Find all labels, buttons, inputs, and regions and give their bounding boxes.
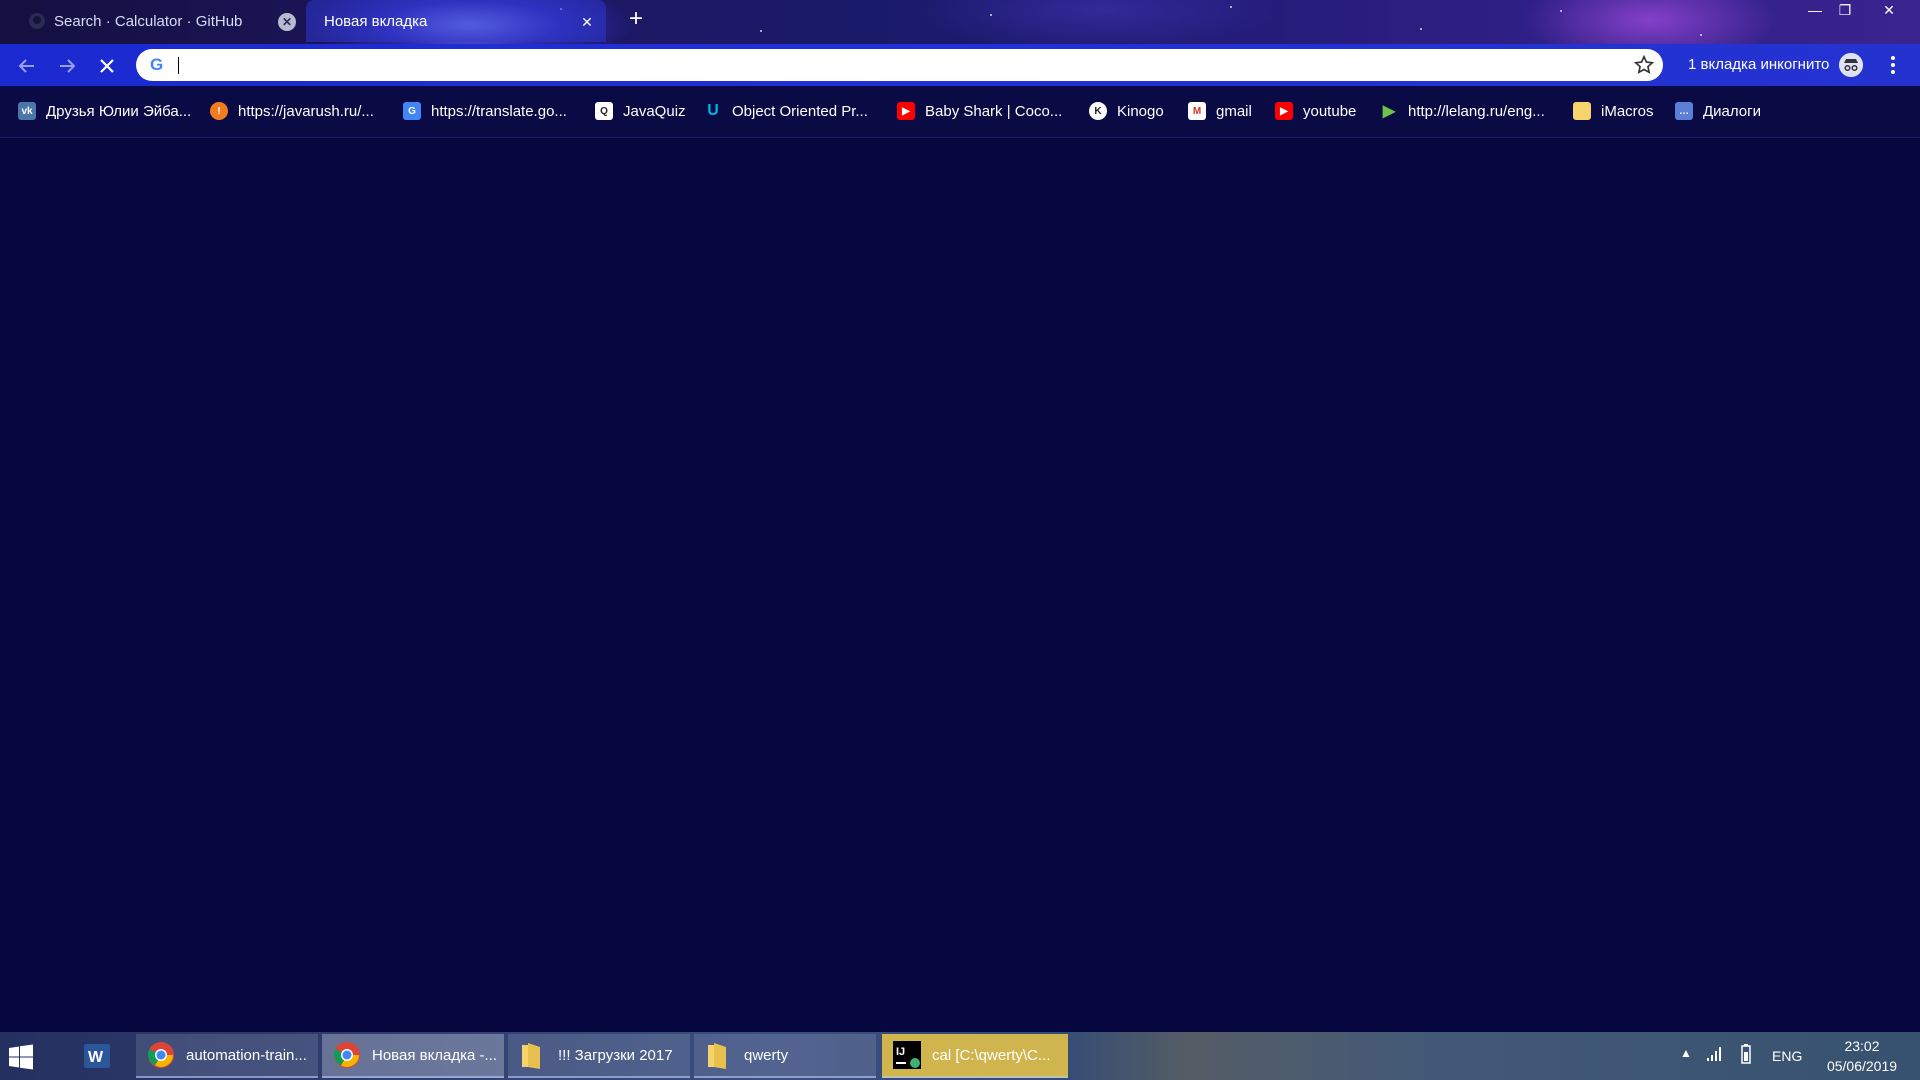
folder-icon <box>708 1043 726 1069</box>
bookmark-folder-imacros[interactable]: iMacros <box>1573 100 1654 122</box>
bookmark-kinogo[interactable]: K Kinogo <box>1089 100 1164 122</box>
windows-taskbar: W automation-train... Новая вкладка -...… <box>0 1032 1920 1080</box>
udacity-icon: U <box>707 102 719 119</box>
minimize-window-button[interactable]: — <box>1800 0 1830 22</box>
bookmarks-bar: vk Друзья Юлии Эйба... ! https://javarus… <box>0 86 1920 138</box>
taskbar-chrome-automation[interactable]: automation-train... <box>136 1034 318 1078</box>
chrome-icon <box>147 1042 174 1068</box>
taskbar-item-label: qwerty <box>744 1046 789 1064</box>
windows-start-icon[interactable] <box>8 1044 34 1070</box>
lelang-icon: ▶ <box>1382 103 1396 120</box>
taskbar-word[interactable]: W <box>72 1034 122 1078</box>
taskbar-chrome-new-tab[interactable]: Новая вкладка -... <box>322 1034 504 1078</box>
close-icon <box>100 59 114 73</box>
tab-close-icon[interactable]: ✕ <box>578 13 596 31</box>
incognito-label[interactable]: 1 вкладка инкогнито <box>1688 56 1829 73</box>
gmail-icon: M <box>1188 102 1206 120</box>
bookmark-javaquiz[interactable]: Q JavaQuiz <box>595 100 686 122</box>
google-icon: G <box>150 55 164 74</box>
bookmark-label: Друзья Юлии Эйба... <box>46 102 192 120</box>
dialogs-icon: … <box>1675 102 1693 120</box>
browser-toolbar: G 1 вкладка инкогнито <box>0 44 1920 86</box>
bookmark-youtube[interactable]: ▶ youtube <box>1275 100 1356 122</box>
bookmark-label: https://translate.go... <box>431 102 567 120</box>
bookmark-label: youtube <box>1303 102 1357 120</box>
bookmark-label: JavaQuiz <box>623 102 686 120</box>
folder-icon <box>522 1043 540 1069</box>
bookmark-baby-shark[interactable]: ▶ Baby Shark | Coco... <box>897 100 1062 122</box>
new-tab-button[interactable]: + <box>624 7 648 32</box>
bookmark-label: Baby Shark | Coco... <box>925 102 1063 120</box>
bookmark-udacity-oop[interactable]: U Object Oriented Pr... <box>704 100 868 122</box>
bookmark-star-icon[interactable] <box>1633 54 1655 76</box>
bookmark-google-translate[interactable]: G https://translate.go... <box>403 100 567 122</box>
forward-button[interactable] <box>53 52 81 80</box>
tab-github-search[interactable]: Search · Calculator · GitHub ✕ <box>20 0 302 42</box>
bookmark-label: Kinogo <box>1117 102 1164 120</box>
star-decoration <box>1560 10 1562 12</box>
taskbar-item-label: automation-train... <box>186 1046 307 1064</box>
chrome-icon <box>333 1042 360 1068</box>
bookmark-label: https://javarush.ru/... <box>238 102 374 120</box>
arrow-right-icon <box>60 59 76 73</box>
chevron-up-icon[interactable]: ▲ <box>1680 1046 1692 1060</box>
bookmark-gmail[interactable]: M gmail <box>1188 100 1252 122</box>
star-decoration <box>990 14 992 16</box>
javarush-icon: ! <box>210 102 228 120</box>
svg-text:IJ: IJ <box>896 1046 905 1058</box>
bookmark-dialogs[interactable]: … Диалоги <box>1675 100 1761 122</box>
word-icon: W <box>84 1044 110 1068</box>
google-translate-icon: G <box>403 102 421 120</box>
bookmark-label: iMacros <box>1601 102 1654 120</box>
tab-new-tab[interactable]: Новая вкладка ✕ <box>306 0 606 42</box>
tab-title: Новая вкладка <box>324 12 428 30</box>
youtube-icon: ▶ <box>1275 102 1293 120</box>
network-signal-icon[interactable] <box>1706 1046 1722 1062</box>
javaquiz-icon: Q <box>595 102 613 120</box>
bookmark-vk-friends[interactable]: vk Друзья Юлии Эйба... <box>18 100 191 122</box>
address-input[interactable] <box>178 53 1582 79</box>
page-content <box>0 138 1920 1032</box>
clock-date[interactable]: 05/06/2019 <box>1818 1058 1906 1074</box>
taskbar-folder-downloads[interactable]: !!! Загрузки 2017 <box>508 1034 690 1078</box>
bookmark-label: gmail <box>1216 102 1252 120</box>
star-decoration <box>1230 6 1232 8</box>
taskbar-item-label: !!! Загрузки 2017 <box>558 1046 673 1064</box>
bookmark-label: Object Oriented Pr... <box>732 102 868 120</box>
close-window-button[interactable]: ✕ <box>1874 0 1904 22</box>
tab-strip: Search · Calculator · GitHub ✕ Новая вкл… <box>0 0 1920 44</box>
taskbar-item-label: Новая вкладка -... <box>372 1046 498 1064</box>
tab-close-icon[interactable]: ✕ <box>278 13 296 31</box>
battery-icon[interactable] <box>1738 1044 1754 1064</box>
folder-icon <box>1573 102 1591 120</box>
bookmark-lelang[interactable]: ▶ http://lelang.ru/eng... <box>1380 100 1545 122</box>
bookmark-label: http://lelang.ru/eng... <box>1408 102 1545 120</box>
vk-icon: vk <box>18 102 36 120</box>
stop-loading-button[interactable] <box>93 52 121 80</box>
bookmark-javarush[interactable]: ! https://javarush.ru/... <box>210 100 374 122</box>
bookmark-label: Диалоги <box>1703 102 1761 120</box>
address-bar[interactable]: G <box>136 49 1663 81</box>
star-decoration <box>1420 28 1422 30</box>
kinogo-icon: K <box>1089 102 1107 120</box>
taskbar-item-label: cal [C:\qwerty\C... <box>932 1046 1051 1064</box>
arrow-left-icon <box>18 59 34 73</box>
kebab-menu-icon[interactable] <box>1884 54 1902 76</box>
input-language[interactable]: ENG <box>1772 1048 1802 1064</box>
svg-text:W: W <box>88 1049 104 1066</box>
star-decoration <box>760 30 762 32</box>
back-button[interactable] <box>13 52 41 80</box>
restore-window-button[interactable]: ❐ <box>1830 0 1860 22</box>
incognito-icon[interactable] <box>1839 53 1863 77</box>
clock-time[interactable]: 23:02 <box>1822 1038 1902 1054</box>
intellij-icon: IJ <box>893 1041 921 1069</box>
taskbar-intellij[interactable]: IJ cal [C:\qwerty\C... <box>882 1034 1068 1078</box>
github-icon <box>29 13 45 29</box>
star-decoration <box>1700 34 1702 36</box>
tab-title: Search · Calculator · GitHub <box>54 12 243 30</box>
taskbar-folder-qwerty[interactable]: qwerty <box>694 1034 876 1078</box>
youtube-icon: ▶ <box>897 102 915 120</box>
